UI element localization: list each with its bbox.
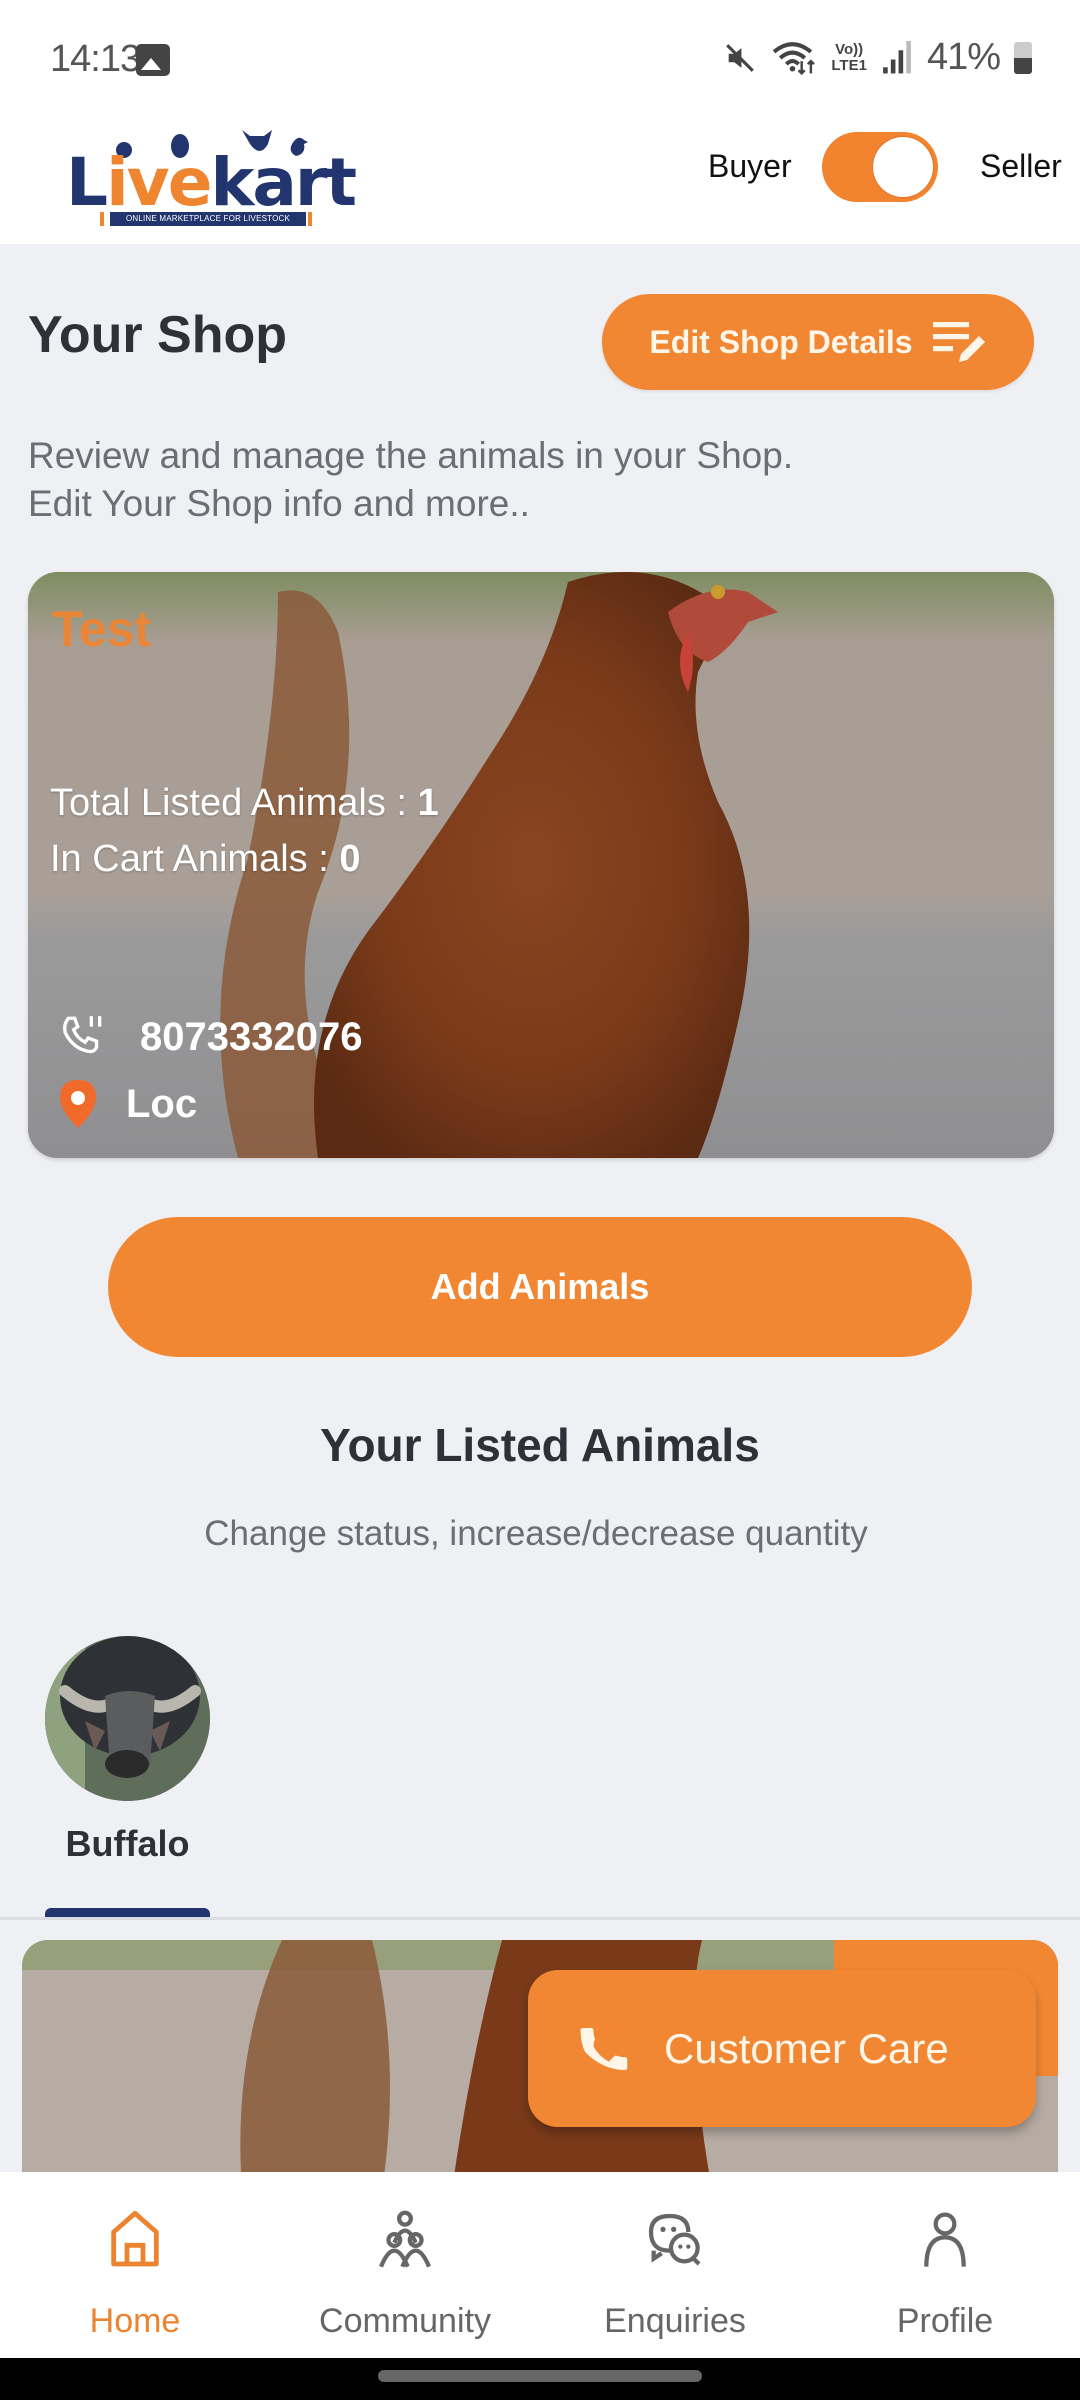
- listed-animals-subtitle: Change status, increase/decrease quantit…: [204, 1514, 868, 1553]
- logo-tagline: ONLINE MARKETPLACE FOR LIVESTOCK: [100, 212, 312, 226]
- phone-call-icon: [63, 1016, 102, 1054]
- customer-care-button[interactable]: Customer Care: [528, 1970, 1036, 2127]
- phone-icon: [580, 2027, 628, 2070]
- page-title: Your Shop: [28, 306, 288, 364]
- in-cart-animals: In Cart Animals : 0: [50, 838, 360, 881]
- in-cart-label: In Cart Animals :: [50, 838, 340, 880]
- system-navigation-bar: [0, 2358, 1080, 2400]
- gallery-icon: [136, 44, 170, 76]
- mute-icon: [726, 43, 755, 72]
- lte-label: LTE1: [831, 56, 867, 74]
- in-cart-value: 0: [339, 838, 361, 880]
- total-listed-animals: Total Listed Animals : 1: [50, 782, 439, 825]
- edit-list-icon: [932, 322, 985, 362]
- buyer-label: Buyer: [708, 148, 792, 184]
- edit-shop-details-button[interactable]: Edit Shop Details: [602, 294, 1034, 390]
- nav-home-label: Home: [89, 2302, 181, 2340]
- volte-label: Vo)): [835, 40, 864, 58]
- profile-icon: [924, 2212, 966, 2267]
- seller-label: Seller: [980, 148, 1062, 184]
- shop-description-line2: Edit Your Shop info and more..: [28, 483, 530, 524]
- toggle-knob[interactable]: [873, 137, 933, 197]
- shop-location-text: Loc: [126, 1081, 198, 1126]
- bottom-navigation: Home Community Enquiries Profile: [0, 2172, 1080, 2358]
- home-icon: [111, 2210, 159, 2267]
- total-listed-label: Total Listed Animals :: [50, 782, 418, 824]
- app-header: Livekart ONLINE MARKETPLACE FOR LIVESTOC…: [0, 118, 1080, 244]
- shop-phone[interactable]: 8073332076: [58, 1012, 362, 1062]
- listed-animals-title: Your Listed Animals: [320, 1419, 760, 1471]
- shop-location[interactable]: Loc: [58, 1078, 197, 1130]
- shop-description-line1: Review and manage the animals in your Sh…: [28, 435, 794, 476]
- location-pin-icon: [60, 1080, 96, 1128]
- battery-icon: [1014, 41, 1032, 74]
- nav-community[interactable]: Community: [270, 2172, 540, 2358]
- nav-enquiries[interactable]: Enquiries: [540, 2172, 810, 2358]
- status-icons: Vo)) LTE1 41%: [723, 36, 1032, 79]
- tab-buffalo-label: Buffalo: [65, 1823, 190, 1864]
- community-icon: [379, 2210, 431, 2268]
- status-time: 14:13: [50, 38, 141, 80]
- wifi-icon: [773, 41, 816, 75]
- nav-enquiries-label: Enquiries: [604, 2302, 746, 2340]
- tab-divider: [0, 1917, 1080, 1920]
- nav-home[interactable]: Home: [0, 2172, 270, 2358]
- status-bar: 14:13 Vo)) LTE1 41%: [0, 0, 1080, 118]
- nav-community-label: Community: [319, 2302, 491, 2340]
- buffalo-avatar: [45, 1636, 210, 1801]
- edit-shop-details-label: Edit Shop Details: [649, 323, 913, 360]
- logo-wordmark: Livekart: [66, 148, 357, 218]
- shop-description: Review and manage the animals in your Sh…: [28, 432, 793, 528]
- nav-profile-label: Profile: [896, 2302, 994, 2340]
- shop-name: Test: [52, 601, 152, 657]
- volte-icon: Vo)) LTE1: [831, 40, 867, 74]
- home-gesture-handle[interactable]: [378, 2370, 702, 2382]
- nav-profile[interactable]: Profile: [810, 2172, 1080, 2358]
- total-listed-value: 1: [417, 782, 439, 824]
- logo-part-ive: ive: [106, 144, 212, 221]
- shop-card[interactable]: Test Total Listed Animals : 1 In Cart An…: [28, 572, 1054, 1158]
- logo-part-kart: kart: [210, 144, 357, 221]
- chat-icon: [648, 2213, 701, 2266]
- shop-phone-number: 8073332076: [140, 1014, 363, 1059]
- customer-care-label: Customer Care: [664, 2024, 949, 2072]
- buyer-seller-toggle[interactable]: [822, 132, 938, 202]
- tab-buffalo[interactable]: Buffalo: [45, 1636, 210, 1865]
- livekart-logo[interactable]: Livekart ONLINE MARKETPLACE FOR LIVESTOC…: [62, 126, 357, 226]
- add-animals-button[interactable]: Add Animals: [108, 1217, 972, 1357]
- battery-percent: 41%: [926, 36, 1001, 78]
- buffalo-image: [45, 1636, 210, 1801]
- logo-letter-l: L: [66, 144, 108, 221]
- signal-icon: [883, 40, 911, 73]
